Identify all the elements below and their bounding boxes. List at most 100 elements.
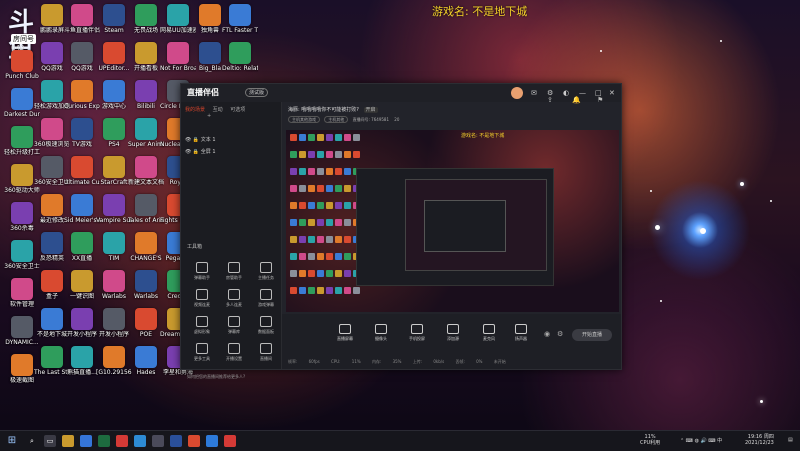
- desktop-icon[interactable]: 斗鱼直播伴侣: [64, 4, 100, 34]
- desktop-icon[interactable]: Vampire Survivors: [96, 194, 132, 224]
- live-companion-window[interactable]: 直播伴侣 测试版 ✉ ⚙ ◐ — □ ✕ 我的场景 互动 可选项 + 👁 🔒 文…: [180, 83, 622, 379]
- desktop-icon[interactable]: CHANGE'S: [128, 232, 164, 262]
- desktop-icon[interactable]: Deltio: Relative: [222, 42, 258, 72]
- desktop-icon[interactable]: 一键识图: [64, 270, 100, 300]
- app-icon: [135, 80, 157, 102]
- desktop-icon[interactable]: Bilibili: [128, 80, 164, 110]
- desktop-icon[interactable]: FTL Faster Than Light: [222, 4, 258, 34]
- tab-my-scenes[interactable]: 我的场景: [185, 107, 205, 113]
- desktop-icon[interactable]: QQ游戏: [64, 42, 100, 72]
- desktop-icon[interactable]: Curious Expedition: [64, 80, 100, 110]
- tool-button[interactable]: 主播任务: [251, 262, 281, 281]
- tray-icons[interactable]: ⌃ ⌨ ◍ 🔊 ⌨ 中: [680, 437, 722, 444]
- app-icon: [167, 4, 189, 26]
- room-chip[interactable]: 开启: [363, 107, 378, 113]
- desktop-icon[interactable]: Hades: [128, 346, 164, 376]
- screen-capture-button[interactable]: 直播屏幕: [330, 324, 360, 342]
- desktop-icon[interactable]: 开发小程序: [64, 308, 100, 338]
- scene-item[interactable]: 👁 🔒 全屏 1: [185, 148, 216, 155]
- desktop-icon[interactable]: XX直播: [64, 232, 100, 262]
- gear-icon[interactable]: ⚙: [557, 330, 563, 338]
- tab-options[interactable]: 可选项: [230, 107, 245, 113]
- avatar[interactable]: [511, 87, 523, 99]
- desktop-icon[interactable]: 无畏战场: [128, 4, 164, 34]
- desktop-icon[interactable]: PS4: [96, 118, 132, 148]
- tool-button[interactable]: 游戏弹幕: [251, 289, 281, 308]
- tool-button[interactable]: 房管助手: [219, 262, 249, 281]
- tool-button[interactable]: 虚拟形象: [187, 316, 217, 335]
- record-icon[interactable]: ◉: [544, 330, 550, 338]
- microphone-button[interactable]: 麦克风: [474, 324, 504, 342]
- category-pill[interactable]: 主机其他游戏: [288, 116, 320, 123]
- desktop-icon[interactable]: Not For Broadcast: [160, 42, 196, 72]
- tool-button[interactable]: 开播设置: [219, 343, 249, 362]
- tool-button[interactable]: 弹幕助手: [187, 262, 217, 281]
- desktop-icon[interactable]: Tales of Arise: [128, 194, 164, 224]
- app-icon: [135, 270, 157, 292]
- preview-thumbnail: [335, 219, 342, 226]
- desktop-icon[interactable]: Sid Meier's Civilization: [64, 194, 100, 224]
- room-title[interactable]: 海豚: 哦哦哦哦你不可能被打败?: [288, 107, 359, 113]
- tip-text[interactable]: 如何把您的直播间推荐给更多人?: [187, 374, 245, 380]
- tool-button[interactable]: 直播间: [251, 343, 281, 362]
- desktop-icon[interactable]: 熊猫直播...: [64, 346, 100, 376]
- desktop-icon[interactable]: 新建文本文档: [128, 156, 164, 186]
- tab-interact[interactable]: 互动: [213, 107, 223, 113]
- phone-cast-button[interactable]: 手机投屏: [402, 324, 432, 342]
- camera-button[interactable]: 摄像头: [366, 324, 396, 342]
- cpu-indicator[interactable]: 11% CPU利用: [640, 434, 660, 446]
- preview-thumbnail: [299, 287, 306, 294]
- bell-icon[interactable]: 🔔: [572, 96, 581, 104]
- tool-button[interactable]: 数据面板: [251, 316, 281, 335]
- title-bar[interactable]: 直播伴侣 测试版 ✉ ⚙ ◐ — □ ✕: [181, 84, 621, 102]
- windows-start-icon[interactable]: ⊞: [6, 435, 18, 447]
- desktop-icon[interactable]: TIM: [96, 232, 132, 262]
- desktop-icon[interactable]: POE: [128, 308, 164, 338]
- category-pill[interactable]: 主机其他: [324, 116, 349, 123]
- clock[interactable]: 19:16 周四 2021/12/23: [745, 434, 774, 446]
- desktop-icon[interactable]: StarCraft: [96, 156, 132, 186]
- add-scene-icon[interactable]: +: [207, 113, 211, 119]
- scene-item[interactable]: 👁 🔒 文本 1: [185, 136, 216, 143]
- app-icon: [71, 80, 93, 102]
- browser-icon[interactable]: [80, 435, 92, 447]
- file-explorer-icon[interactable]: [62, 435, 74, 447]
- gift-icon[interactable]: ⚑: [597, 96, 603, 104]
- share-icon[interactable]: ⇪: [547, 96, 553, 104]
- desktop-icon[interactable]: Steam: [96, 4, 132, 34]
- desktop-icon[interactable]: Ultimate Custom Night: [64, 156, 100, 186]
- desktop-icon[interactable]: 网易UU加速器: [160, 4, 196, 34]
- search-icon[interactable]: ⌕: [26, 435, 38, 447]
- app-icon[interactable]: [206, 435, 218, 447]
- desktop-icon[interactable]: 开播看板: [128, 42, 164, 72]
- preview-thumbnail: [344, 185, 351, 192]
- task-view-icon[interactable]: ▭: [44, 435, 56, 447]
- add-source-button[interactable]: 添加源: [438, 324, 468, 342]
- notification-icon[interactable]: ▤: [788, 437, 793, 443]
- tool-button[interactable]: 弹幕库: [219, 316, 249, 335]
- skin-icon[interactable]: ◐: [563, 89, 569, 97]
- steam-icon[interactable]: [152, 435, 164, 447]
- desktop-icon[interactable]: TV游戏: [64, 118, 100, 148]
- desktop-icon[interactable]: 开发小程序: [96, 308, 132, 338]
- speaker-button[interactable]: 扬声器: [506, 324, 536, 342]
- tool-button[interactable]: 视频连麦: [187, 289, 217, 308]
- desktop-icon[interactable]: UPEditor...: [96, 42, 132, 72]
- app-icon[interactable]: [188, 435, 200, 447]
- app-icon[interactable]: [134, 435, 146, 447]
- app-icon[interactable]: [98, 435, 110, 447]
- app-icon[interactable]: [224, 435, 236, 447]
- stream-preview[interactable]: 游戏名: 不是地下城: [286, 130, 619, 312]
- start-live-button[interactable]: 开始直播: [572, 329, 612, 341]
- message-icon[interactable]: ✉: [531, 89, 537, 97]
- desktop-icon[interactable]: 游戏中心: [96, 80, 132, 110]
- app-icon[interactable]: [170, 435, 182, 447]
- desktop-icon[interactable]: Warlabs: [96, 270, 132, 300]
- desktop-icon[interactable]: [G10.29156]: [96, 346, 132, 376]
- tool-button[interactable]: 多人连麦: [219, 289, 249, 308]
- app-icon[interactable]: [116, 435, 128, 447]
- desktop-icon[interactable]: Warlabs: [128, 270, 164, 300]
- tool-button[interactable]: 更多工具: [187, 343, 217, 362]
- desktop-icon[interactable]: Super Animal: [128, 118, 164, 148]
- close-icon[interactable]: ✕: [609, 89, 615, 97]
